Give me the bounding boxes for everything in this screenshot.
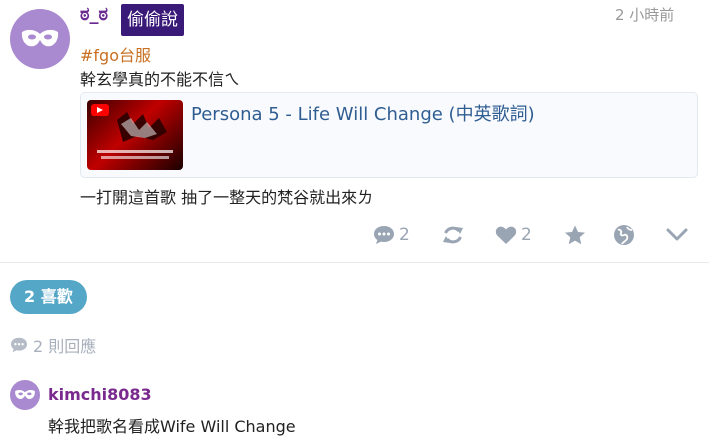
video-thumbnail: [87, 100, 183, 170]
heart-button[interactable]: 2: [495, 215, 532, 255]
heart-count: 2: [521, 225, 532, 245]
refresh-icon: [443, 226, 463, 244]
post-username[interactable]: ಠ_ಠ: [80, 4, 108, 25]
reply-count-label: 2 則回應: [10, 333, 96, 357]
board-tag-link[interactable]: #fgo台服: [80, 42, 151, 66]
post-body-line1: 幹玄學真的不能不信ㄟ: [80, 70, 241, 89]
anonymous-badge: 偷偷說: [121, 4, 184, 36]
post-action-bar: 2 2: [0, 215, 709, 255]
globe-icon: [614, 225, 634, 245]
mask-icon: [21, 29, 59, 47]
more-button[interactable]: [666, 215, 688, 255]
post-timestamp: 2 小時前: [615, 6, 675, 24]
comment-count: 2: [399, 225, 410, 245]
star-icon: [565, 225, 585, 245]
reply-count-text: 2 則回應: [33, 337, 97, 356]
favorite-button[interactable]: [564, 215, 586, 255]
comment-icon: [374, 226, 394, 244]
chevron-down-icon: [666, 228, 688, 241]
heart-icon: [495, 226, 517, 244]
link-card-title[interactable]: Persona 5 - Life Will Change (中英歌詞): [191, 100, 535, 126]
avatar[interactable]: [10, 9, 70, 69]
comment-username[interactable]: kimchi8083: [48, 385, 152, 404]
comment-button[interactable]: 2: [373, 215, 410, 255]
mask-icon: [15, 389, 35, 399]
link-preview-card[interactable]: Persona 5 - Life Will Change (中英歌詞): [80, 92, 698, 178]
post-body-line2: 一打開這首歌 抽了一整天的梵谷就出來ㄌ: [80, 188, 374, 207]
globe-button[interactable]: [613, 215, 635, 255]
comment-avatar[interactable]: [10, 380, 40, 410]
comment-icon: [11, 337, 27, 353]
comment-text: 幹我把歌名看成Wife Will Change: [48, 417, 296, 436]
likes-button[interactable]: 2 喜歡: [10, 280, 87, 314]
section-divider: [0, 262, 709, 263]
share-button[interactable]: [442, 215, 464, 255]
